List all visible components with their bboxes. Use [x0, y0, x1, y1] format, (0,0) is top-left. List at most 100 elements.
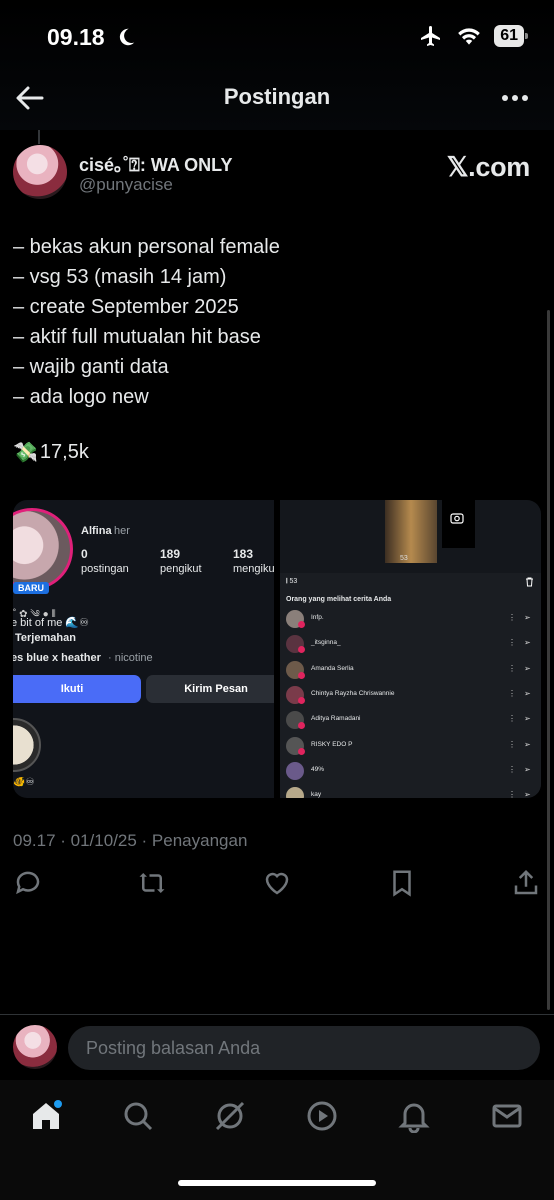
scrollbar[interactable] [547, 310, 550, 1010]
messages-icon[interactable] [490, 1099, 524, 1133]
post-actions [13, 868, 541, 904]
viewer-more-icon: ⋮ [508, 613, 516, 622]
moon-icon [119, 28, 135, 46]
like-icon[interactable] [262, 868, 292, 898]
post-line: – vsg 53 (masih 14 jam) [13, 266, 227, 288]
more-options-icon[interactable] [500, 88, 530, 108]
story-view-count: 53 [400, 555, 408, 562]
price-line: 💸 17,5k [13, 440, 89, 465]
reply-divider [0, 1014, 554, 1015]
home-icon[interactable] [29, 1099, 63, 1133]
viewer-send-icon: ➢ [524, 688, 531, 698]
video-icon[interactable] [305, 1099, 339, 1133]
viewer-send-icon: ➢ [524, 613, 531, 622]
search-icon[interactable] [121, 1099, 155, 1133]
airplane-icon [421, 26, 441, 46]
viewer-more-icon: ⋮ [508, 688, 516, 698]
viewer-send-icon: ➢ [524, 764, 531, 774]
author-handle[interactable]: @punyacise [79, 175, 173, 195]
viewer-send-icon: ➢ [524, 739, 531, 749]
viewer-more-icon: ⋮ [508, 739, 516, 749]
viewer-name: Amanda Serlia [311, 664, 354, 672]
viewer-avatar [286, 761, 304, 780]
follow-button: Ikuti [13, 675, 141, 703]
viewer-more-icon: ⋮ [508, 714, 516, 724]
post-line: – ada logo new [13, 386, 149, 408]
camera-panel [442, 500, 475, 548]
current-user-avatar [13, 1025, 57, 1069]
viewers-section-title: Orang yang melihat cerita Anda [286, 596, 392, 603]
stat-label: pengikut [160, 563, 202, 575]
like-badge-icon [298, 671, 305, 679]
translate-link: Terjemahan [15, 632, 76, 644]
post-line: – create September 2025 [13, 296, 239, 318]
viewer-more-icon: ⋮ [508, 790, 516, 798]
new-badge: BARU [13, 582, 49, 594]
post-media[interactable]: BARU Alfina her 0 postingan 189 pengikut… [13, 500, 541, 798]
thread-connector [38, 130, 40, 144]
notifications-icon[interactable] [397, 1099, 431, 1133]
like-badge-icon [298, 696, 305, 704]
profile-pronoun: her [114, 525, 130, 537]
viewer-more-icon: ⋮ [508, 764, 516, 774]
music-artist: · nicotine [108, 652, 153, 664]
status-indicators: 61 [418, 24, 528, 48]
wifi-icon [458, 28, 481, 45]
top-bar-background [0, 0, 554, 130]
stat-label: mengiku [233, 563, 274, 575]
price-value: 17,5k [39, 441, 89, 463]
repost-icon[interactable] [137, 868, 167, 898]
viewer-name: Infp. [311, 614, 324, 621]
like-badge-icon [298, 621, 305, 628]
viewer-name: RISKY EDO P [311, 740, 353, 748]
camera-icon [450, 513, 464, 524]
message-button: Kirim Pesan [146, 675, 274, 703]
grok-icon[interactable] [213, 1099, 247, 1133]
money-emoji-icon: 💸 [13, 442, 38, 464]
viewers-count: 𝄃 53 [286, 578, 298, 585]
media-image-story-viewers[interactable]: 53 𝄃 53 Orang yang melihat cerita Anda I… [280, 500, 541, 798]
highlight-emoji: 🐠♾ [13, 777, 35, 788]
reply-placeholder: Posting balasan Anda [86, 1038, 261, 1058]
profile-name: Alfina [81, 525, 112, 537]
author-display-name[interactable]: cisé｡˚⍰: WA ONLY [79, 151, 233, 177]
stat-value: 189 [160, 547, 181, 561]
viewers-count-value: 53 [289, 578, 298, 585]
bookmark-icon[interactable] [387, 868, 417, 898]
stat-label: postingan [81, 563, 129, 575]
viewer-avatar [286, 787, 304, 798]
post-line: – bekas akun personal female [13, 236, 280, 258]
author-avatar[interactable] [13, 145, 67, 199]
viewer-send-icon: ➢ [524, 714, 531, 724]
trash-icon [526, 577, 533, 587]
media-image-profile[interactable]: BARU Alfina her 0 postingan 189 pengikut… [13, 500, 274, 798]
reply-icon[interactable] [13, 868, 43, 898]
viewer-send-icon: ➢ [524, 790, 531, 798]
viewers-sheet [280, 573, 541, 798]
viewer-more-icon: ⋮ [508, 638, 516, 648]
like-badge-icon [298, 747, 305, 755]
viewer-name: _itsginna_ [311, 639, 341, 647]
stat-value: 0 [81, 547, 88, 561]
post-timestamp: 09.17 · 01/10/25 · Penayangan [13, 831, 248, 850]
home-indicator [178, 1180, 376, 1186]
battery-indicator: 61 [494, 25, 528, 47]
post-line: – aktif full mutualan hit base [13, 326, 261, 348]
profile-avatar [13, 508, 73, 590]
viewer-more-icon: ⋮ [508, 663, 516, 673]
viewer-send-icon: ➢ [524, 663, 531, 673]
x-watermark: 𝕏.com [446, 152, 531, 182]
post-line: – wajib ganti data [13, 356, 169, 378]
post-body: – bekas akun personal female – vsg 53 (m… [13, 232, 280, 412]
viewer-name: 49% [311, 765, 325, 773]
stat-value: 183 [233, 547, 254, 561]
bio-line: e bit of me 🌊♾ [13, 617, 89, 629]
highlight-circle [13, 718, 41, 772]
viewer-name: kay [311, 791, 322, 798]
status-time: 09.18 [47, 24, 105, 50]
share-icon[interactable] [511, 868, 541, 898]
viewer-send-icon: ➢ [524, 638, 531, 648]
story-thumbnail [385, 500, 437, 563]
page-title: Postingan [223, 84, 331, 109]
viewer-name: Chintya Rayzha Chriswannie [311, 689, 395, 697]
